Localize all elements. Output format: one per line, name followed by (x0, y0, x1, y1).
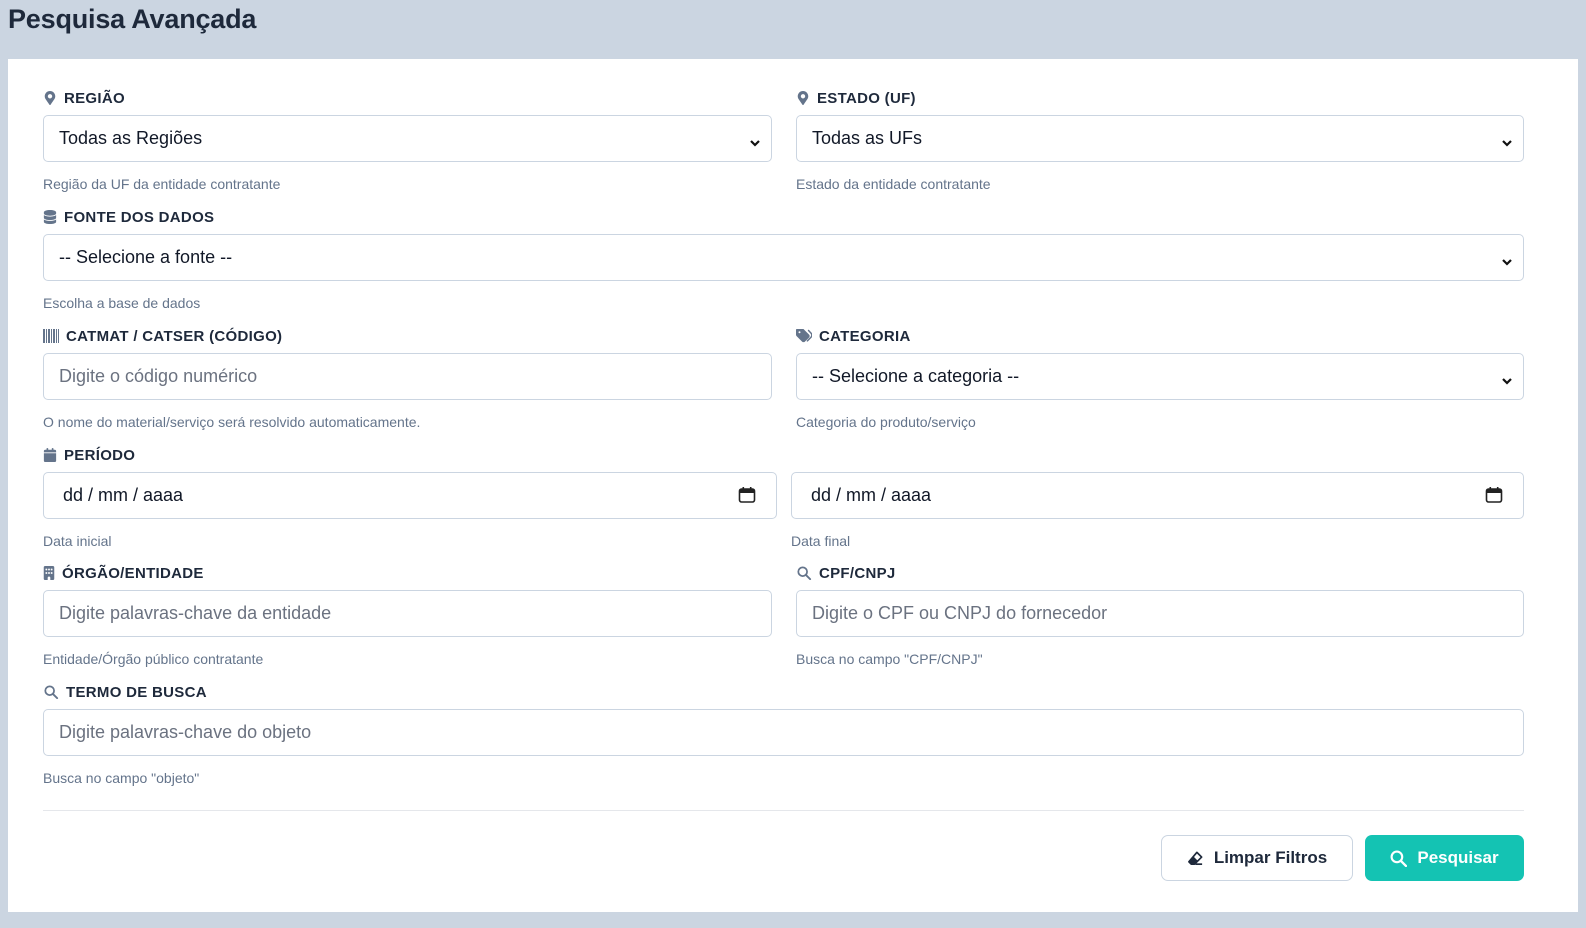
orgao-input[interactable]: Digite palavras-chave da entidade (43, 590, 772, 637)
map-marker-icon (43, 91, 57, 105)
estado-select[interactable]: Todas as UFs (796, 115, 1524, 162)
regiao-label: REGIÃO (43, 88, 772, 108)
date-end-help: Data final (791, 533, 851, 549)
fonte-help: Escolha a base de dados (43, 295, 201, 311)
catmat-field: CATMAT / CATSER (CÓDIGO) Digite o código… (43, 326, 772, 430)
calendar-picker-icon[interactable] (1485, 486, 1503, 504)
chevron-down-icon (749, 133, 761, 147)
date-end-input[interactable]: dd / mm / aaaa (791, 472, 1524, 519)
tags-icon (796, 329, 812, 343)
chevron-down-icon (1501, 371, 1513, 385)
termo-label: TERMO DE BUSCA (43, 682, 1524, 702)
chevron-down-icon (1501, 133, 1513, 147)
fonte-select[interactable]: -- Selecione a fonte -- (43, 234, 1524, 281)
categoria-select[interactable]: -- Selecione a categoria -- (796, 353, 1524, 400)
termo-field: TERMO DE BUSCA Digite palavras-chave do … (43, 682, 1524, 786)
cpf-help: Busca no campo "CPF/CNPJ" (796, 651, 983, 667)
calendar-picker-icon[interactable] (738, 486, 756, 504)
search-icon (1390, 850, 1408, 867)
regiao-select[interactable]: Todas as Regiões (43, 115, 772, 162)
orgao-label: ÓRGÃO/ENTIDADE (43, 563, 772, 583)
calendar-icon (43, 448, 57, 462)
estado-label: ESTADO (UF) (796, 88, 1524, 108)
date-start-input[interactable]: dd / mm / aaaa (43, 472, 777, 519)
termo-input[interactable]: Digite palavras-chave do objeto (43, 709, 1524, 756)
divider (43, 810, 1524, 811)
categoria-help: Categoria do produto/serviço (796, 414, 976, 430)
eraser-icon (1187, 850, 1204, 867)
catmat-help: O nome do material/serviço será resolvid… (43, 414, 421, 430)
map-marker-icon (796, 91, 810, 105)
orgao-field: ÓRGÃO/ENTIDADE Digite palavras-chave da … (43, 563, 772, 667)
search-form-card: REGIÃO Todas as Regiões Região da UF da … (8, 59, 1578, 912)
categoria-field: CATEGORIA -- Selecione a categoria -- Ca… (796, 326, 1524, 430)
regiao-field: REGIÃO Todas as Regiões Região da UF da … (43, 88, 772, 192)
categoria-label: CATEGORIA (796, 326, 1524, 346)
building-icon (43, 566, 55, 580)
chevron-down-icon (1501, 252, 1513, 266)
orgao-help: Entidade/Órgão público contratante (43, 651, 264, 667)
barcode-icon (43, 329, 59, 343)
date-start-help: Data inicial (43, 533, 112, 549)
periodo-label: PERÍODO (43, 445, 777, 465)
search-icon (43, 685, 59, 699)
termo-help: Busca no campo "objeto" (43, 770, 200, 786)
fonte-label: FONTE DOS DADOS (43, 207, 1524, 227)
catmat-label: CATMAT / CATSER (CÓDIGO) (43, 326, 772, 346)
page-title: Pesquisa Avançada (8, 4, 257, 34)
fonte-field: FONTE DOS DADOS -- Selecione a fonte -- … (43, 207, 1524, 311)
periodo-start-field: PERÍODO dd / mm / aaaa Data inicial (43, 445, 777, 549)
cpf-label: CPF/CNPJ (796, 563, 1524, 583)
clear-filters-button[interactable]: Limpar Filtros (1161, 835, 1353, 881)
estado-field: ESTADO (UF) Todas as UFs Estado da entid… (796, 88, 1524, 192)
estado-help: Estado da entidade contratante (796, 176, 991, 192)
database-icon (43, 210, 57, 224)
cpf-input[interactable]: Digite o CPF ou CNPJ do fornecedor (796, 590, 1524, 637)
cpf-field: CPF/CNPJ Digite o CPF ou CNPJ do fornece… (796, 563, 1524, 667)
search-button[interactable]: Pesquisar (1365, 835, 1524, 881)
search-icon (796, 566, 812, 580)
catmat-input[interactable]: Digite o código numérico (43, 353, 772, 400)
regiao-help: Região da UF da entidade contratante (43, 176, 281, 192)
